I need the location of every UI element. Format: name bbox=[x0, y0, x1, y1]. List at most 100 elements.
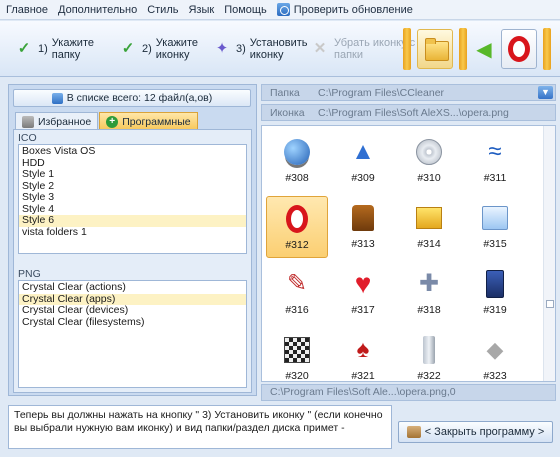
toolbar-grip bbox=[403, 28, 411, 70]
scroll-thumb[interactable] bbox=[546, 300, 554, 308]
file-count-label: В списке всего: 12 файл(а,ов) bbox=[66, 92, 213, 104]
icon-cell[interactable]: #315 bbox=[464, 196, 526, 258]
vest-icon bbox=[347, 202, 379, 234]
menu-main[interactable]: Главное bbox=[6, 4, 48, 16]
icon-cell[interactable]: ▲ #309 bbox=[332, 130, 394, 192]
selected-icon-path: C:\Program Files\Soft Ale...\opera.png,0 bbox=[261, 384, 556, 401]
icon-caption: #310 bbox=[417, 172, 441, 184]
folder-label: Папка bbox=[270, 86, 300, 99]
step2-num: 2) bbox=[142, 43, 152, 55]
list-icon bbox=[51, 92, 63, 104]
tab-programs[interactable]: + Программные bbox=[99, 112, 198, 130]
icon-grid: #308 ▲ #309 #310 ≈ #311 #312 #313 #314 #315 ✎ #316 ♥… bbox=[261, 125, 556, 382]
list-item[interactable]: vista folders 1 bbox=[19, 226, 246, 239]
heart-icon: ♥ bbox=[354, 268, 372, 299]
menu-bar: Главное Дополнительно Стиль Язык Помощь … bbox=[0, 0, 560, 20]
png-label: PNG bbox=[18, 268, 41, 280]
list-item[interactable]: Crystal Clear (actions) bbox=[19, 281, 246, 294]
folder-path-row: Папка C:\Program Files\CCleaner ▼ bbox=[261, 84, 556, 101]
icon-cell[interactable]: ♠ #321 bbox=[332, 328, 394, 382]
tab-bar: Избранное + Программные bbox=[15, 112, 199, 130]
update-icon bbox=[276, 3, 290, 16]
list-item-selected[interactable]: Style 6 bbox=[19, 214, 246, 227]
download-icon[interactable]: ▼ bbox=[538, 86, 553, 99]
x-icon: ✕ bbox=[313, 40, 327, 57]
list-item[interactable]: Crystal Clear (devices) bbox=[19, 304, 246, 317]
icon-cell[interactable]: ≈ #311 bbox=[464, 130, 526, 192]
menu-help[interactable]: Помощь bbox=[224, 4, 267, 16]
toolbar-grip bbox=[459, 28, 467, 70]
chess-icon bbox=[281, 334, 313, 366]
check-icon: ✓ bbox=[17, 40, 31, 57]
right-panel: Папка C:\Program Files\CCleaner ▼ Иконка… bbox=[261, 84, 556, 401]
left-panel: В списке всего: 12 файл(а,ов) Избранное … bbox=[8, 84, 257, 396]
exit-icon bbox=[406, 426, 421, 438]
icon-cell[interactable]: #308 bbox=[266, 130, 328, 192]
menu-check-update-label: Проверить обновление bbox=[293, 3, 413, 16]
cards-icon: ♠ bbox=[356, 336, 370, 363]
icon-cell-selected[interactable]: #312 bbox=[266, 196, 328, 258]
icon-caption: #321 bbox=[351, 370, 375, 382]
toolbar-grip bbox=[543, 28, 551, 70]
step1-num: 1) bbox=[38, 43, 48, 55]
list-item[interactable]: Style 3 bbox=[19, 191, 246, 204]
icon-caption: #323 bbox=[483, 370, 507, 382]
icon-caption: #313 bbox=[351, 238, 375, 250]
icon-caption: #320 bbox=[285, 370, 309, 382]
opera-preview-icon[interactable] bbox=[501, 29, 537, 69]
icon-caption: #316 bbox=[285, 304, 309, 316]
list-item[interactable]: Crystal Clear (filesystems) bbox=[19, 316, 246, 329]
close-program-button[interactable]: < Закрыть программу > bbox=[398, 421, 553, 443]
tab-favorites[interactable]: Избранное bbox=[15, 112, 99, 130]
icon-cell[interactable]: ✚ #318 bbox=[398, 262, 460, 324]
list-item[interactable]: Style 1 bbox=[19, 168, 246, 181]
folder-path: C:\Program Files\CCleaner bbox=[318, 86, 445, 99]
icon-cell[interactable]: #314 bbox=[398, 196, 460, 258]
arcade-icon bbox=[479, 268, 511, 300]
menu-style[interactable]: Стиль bbox=[147, 4, 178, 16]
favorites-icon bbox=[22, 115, 34, 128]
icon-path-row: Иконка C:\Program Files\Soft AleXS...\op… bbox=[261, 104, 556, 121]
icon-caption: #322 bbox=[417, 370, 441, 382]
icon-caption: #317 bbox=[351, 304, 375, 316]
ico-label: ICO bbox=[18, 132, 37, 144]
arrow-left-icon[interactable]: ◀ bbox=[473, 29, 495, 69]
chart-icon: ▲ bbox=[351, 138, 375, 165]
icon-caption: #318 bbox=[417, 304, 441, 316]
tab-programs-label: Программные bbox=[122, 115, 191, 128]
stroke-icon: ≈ bbox=[488, 138, 502, 165]
wand-icon: ✦ bbox=[215, 40, 229, 57]
file-count-button[interactable]: В списке всего: 12 файл(а,ов) bbox=[13, 89, 251, 107]
window-icon bbox=[479, 202, 511, 234]
box-icon bbox=[413, 202, 445, 234]
list-item[interactable]: Boxes Vista OS bbox=[19, 145, 246, 158]
opera-icon bbox=[281, 203, 313, 235]
usb-icon bbox=[413, 334, 445, 366]
icon-cell[interactable]: #322 bbox=[398, 328, 460, 382]
icon-caption: #319 bbox=[483, 304, 507, 316]
icon-cell[interactable]: #319 bbox=[464, 262, 526, 324]
folder-icon[interactable] bbox=[417, 29, 453, 69]
icon-cell[interactable]: #313 bbox=[332, 196, 394, 258]
icon-path: C:\Program Files\Soft AleXS...\opera.png bbox=[318, 106, 509, 119]
menu-language[interactable]: Язык bbox=[188, 4, 214, 16]
gamepad-icon: ✚ bbox=[418, 270, 440, 297]
tab-content: ICO Boxes Vista OS HDD Style 1 Style 2 S… bbox=[13, 129, 252, 393]
icon-caption: #314 bbox=[417, 238, 441, 250]
menu-additional[interactable]: Дополнительно bbox=[58, 4, 137, 16]
icon-cell[interactable]: ◆ #323 bbox=[464, 328, 526, 382]
scrollbar[interactable] bbox=[543, 126, 555, 381]
step1-button[interactable]: ✓ 1) Укажите папку bbox=[8, 27, 122, 71]
ico-list[interactable]: Boxes Vista OS HDD Style 1 Style 2 Style… bbox=[18, 144, 247, 254]
toolbar: ✓ 1) Укажите папку ✓ 2) Укажите иконку ✦… bbox=[0, 21, 560, 77]
icon-cell[interactable]: #310 bbox=[398, 130, 460, 192]
icon-cell[interactable]: ♥ #317 bbox=[332, 262, 394, 324]
icon-cell[interactable]: #320 bbox=[266, 328, 328, 382]
plus-icon: + bbox=[106, 115, 119, 128]
menu-check-update[interactable]: Проверить обновление bbox=[276, 3, 413, 16]
toolbar-actions: ◀ bbox=[400, 26, 554, 72]
png-list[interactable]: Crystal Clear (actions) Crystal Clear (a… bbox=[18, 280, 247, 388]
icon-cell[interactable]: ✎ #316 bbox=[266, 262, 328, 324]
icon-caption: #312 bbox=[285, 239, 309, 251]
icon-label: Иконка bbox=[270, 106, 305, 119]
